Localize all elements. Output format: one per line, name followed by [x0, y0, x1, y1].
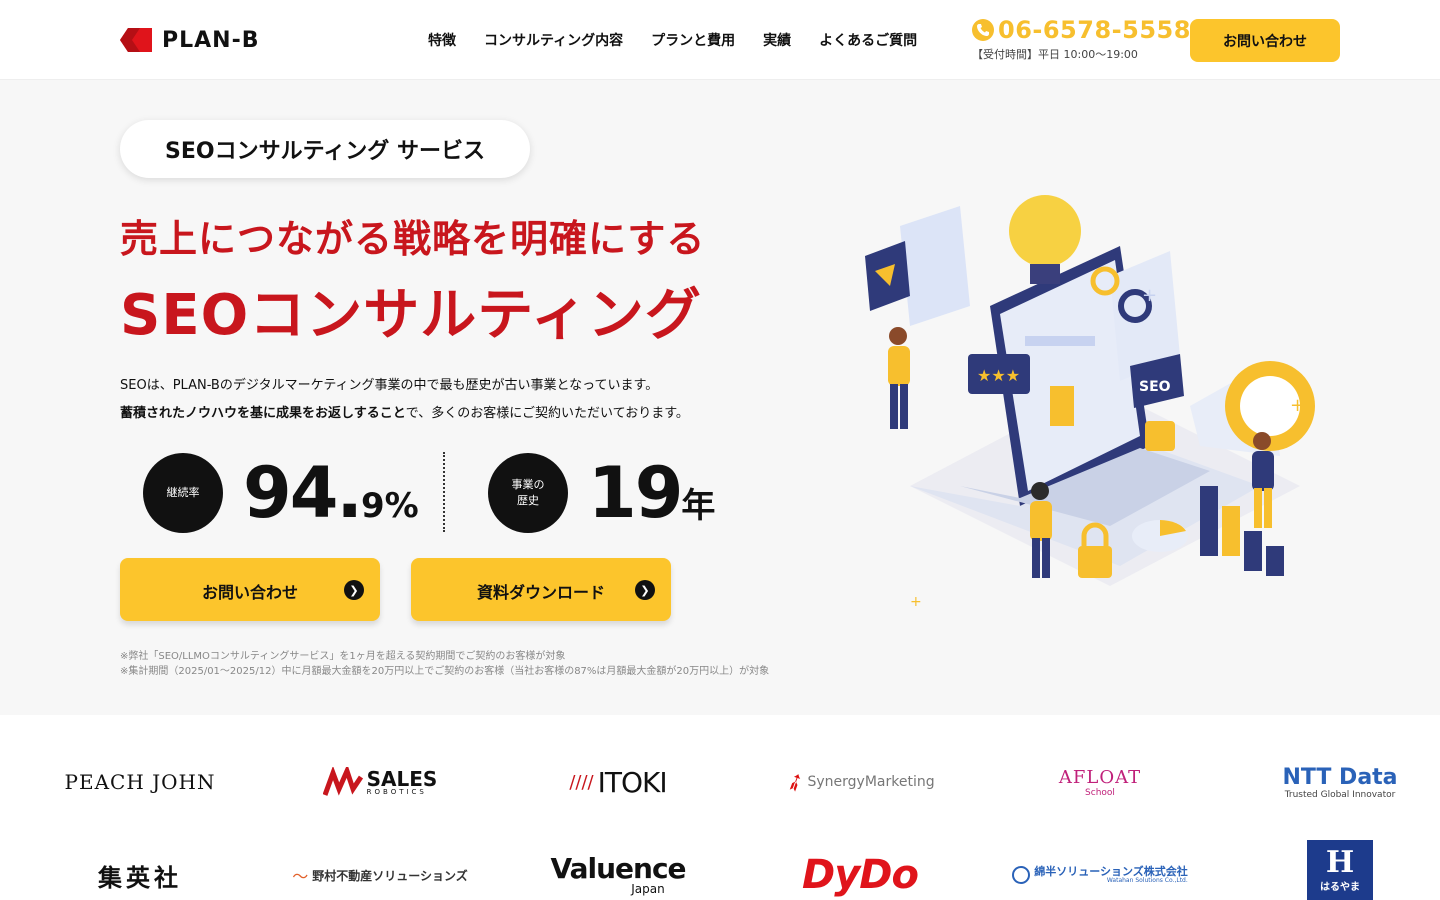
brand-name: PLAN-B [162, 27, 260, 53]
service-pill: SEOコンサルティング サービス [120, 120, 530, 178]
stat-retention-minor: 9% [361, 486, 419, 526]
logo-valuence: Valuence Japan [550, 852, 686, 896]
svg-text:+: + [1290, 395, 1305, 416]
stat-retention-major: 94. [243, 452, 363, 534]
footnote-1: ※弊社「SEO/LLMOコンサルティングサービス」を1ヶ月を超える契約期間でご契… [120, 651, 566, 662]
hero-title: SEOコンサルティング [120, 283, 702, 348]
footnote-2: ※集計期間（2025/01〜2025/12）中に月額最大金額を20万円以上でご契… [120, 666, 770, 677]
svg-text:+: + [910, 594, 922, 610]
stat-retention-value: 94. 9% [243, 452, 419, 534]
logo-synergy-marketing: ➶ SynergyMarketing [780, 765, 935, 799]
synergy-swoosh-icon: ➶ [780, 765, 811, 799]
logo-sales-robotics: SALES ROBOTICS [280, 752, 480, 812]
desc-line-2: 蓄積されたノウハウを基に成果をお返しすることで、多くのお客様にご契約いただいてお… [120, 400, 689, 428]
hero-contact-button[interactable]: お問い合わせ ❯ [120, 558, 380, 621]
header-contact-button[interactable]: お問い合わせ [1190, 19, 1340, 62]
stat-history-value: 19 年 [588, 452, 715, 534]
stat-retention: 継続率 94. 9% [143, 452, 419, 534]
stat-history-label-1: 事業の [511, 478, 545, 491]
hero-section: SEOコンサルティング サービス 売上につながる戦略を明確にする SEOコンサル… [0, 80, 1440, 715]
logo-dydo: DyDo [802, 852, 919, 898]
phone-icon [972, 19, 994, 41]
logo-peach-john: PEACH JOHN [64, 770, 216, 794]
chevron-right-icon: ❯ [344, 580, 364, 600]
nav-plans[interactable]: プランと費用 [651, 30, 735, 50]
nav-results[interactable]: 実績 [763, 30, 791, 50]
haruyama-badge: H はるやま [1307, 840, 1373, 900]
logo-itoki: //// ITOKI [569, 765, 667, 799]
download-button[interactable]: 資料ダウンロード ❯ [411, 558, 671, 621]
desc-line-1: SEOは、PLAN-Bのデジタルマーケティング事業の中で最も歴史が古い事業となっ… [120, 378, 659, 393]
stat-history-minor: 年 [681, 486, 716, 526]
hero-description: SEOは、PLAN-Bのデジタルマーケティング事業の中で最も歴史が古い事業となっ… [120, 372, 689, 428]
sales-robotics-icon [322, 767, 363, 796]
logo-afloat: AFLOAT School [1058, 766, 1142, 798]
phone-hours: 【受付時間】平日 10:00〜19:00 [972, 48, 1138, 61]
svg-text:+: + [1142, 285, 1157, 306]
nav-features[interactable]: 特徴 [428, 30, 456, 50]
desc-line-2-rest: で、多くのお客様にご契約いただいております。 [405, 406, 689, 421]
stat-history-major: 19 [588, 452, 683, 534]
phone-number[interactable]: 06-6578-5558 [998, 16, 1191, 44]
logo-ntt-data: NTT Data Trusted Global Innovator [1282, 764, 1398, 800]
brand-logo[interactable]: PLAN-B [120, 26, 259, 54]
svg-text:★★★: ★★★ [977, 366, 1020, 385]
logo-haruyama: H はるやま [1240, 840, 1440, 900]
stat-history-label: 事業の 歴史 [488, 453, 568, 533]
stat-history: 事業の歴史 19 年 [488, 452, 715, 534]
logo-nomura: 〜 野村不動産ソリューションズ [280, 845, 480, 900]
seo-illustration: ★★★ SEO + + + [865, 195, 1315, 610]
site-header: PLAN-B 特徴 コンサルティング内容 プランと費用 実績 よくあるご質問 0… [0, 0, 1440, 80]
chevron-right-icon: ❯ [635, 580, 655, 600]
main-nav: 特徴 コンサルティング内容 プランと費用 実績 よくあるご質問 [428, 30, 917, 50]
stat-history-label-2: 歴史 [517, 494, 539, 507]
svg-text:SEO: SEO [1139, 379, 1171, 395]
hero-contact-label: お問い合わせ [201, 583, 298, 602]
nomura-mark: 〜 [292, 867, 309, 886]
download-label: 資料ダウンロード [476, 583, 605, 602]
watahan-mark [1012, 866, 1031, 884]
logo-shueisha: 集英社 [98, 862, 182, 892]
desc-line-2-bold: 蓄積されたノウハウを基に成果をお返しすること [120, 406, 406, 421]
itoki-mark: //// [569, 771, 594, 793]
nav-consulting[interactable]: コンサルティング内容 [484, 30, 623, 50]
stat-retention-label: 継続率 [143, 453, 223, 533]
phone-contact: 06-6578-5558 【受付時間】平日 10:00〜19:00 [972, 16, 1191, 62]
logo-watahan: 綿半ソリューションズ株式会社 Watahan Solutions Co.,Ltd… [1000, 845, 1200, 900]
hero-headline: 売上につながる戦略を明確にする [120, 217, 706, 261]
haruyama-h-mark: H [1325, 844, 1355, 880]
brand-mark-icon [120, 28, 152, 52]
nav-faq[interactable]: よくあるご質問 [819, 30, 917, 50]
stat-divider [443, 452, 445, 532]
client-logos: PEACH JOHN SALES ROBOTICS //// ITOKI ➶ S… [0, 715, 1440, 900]
